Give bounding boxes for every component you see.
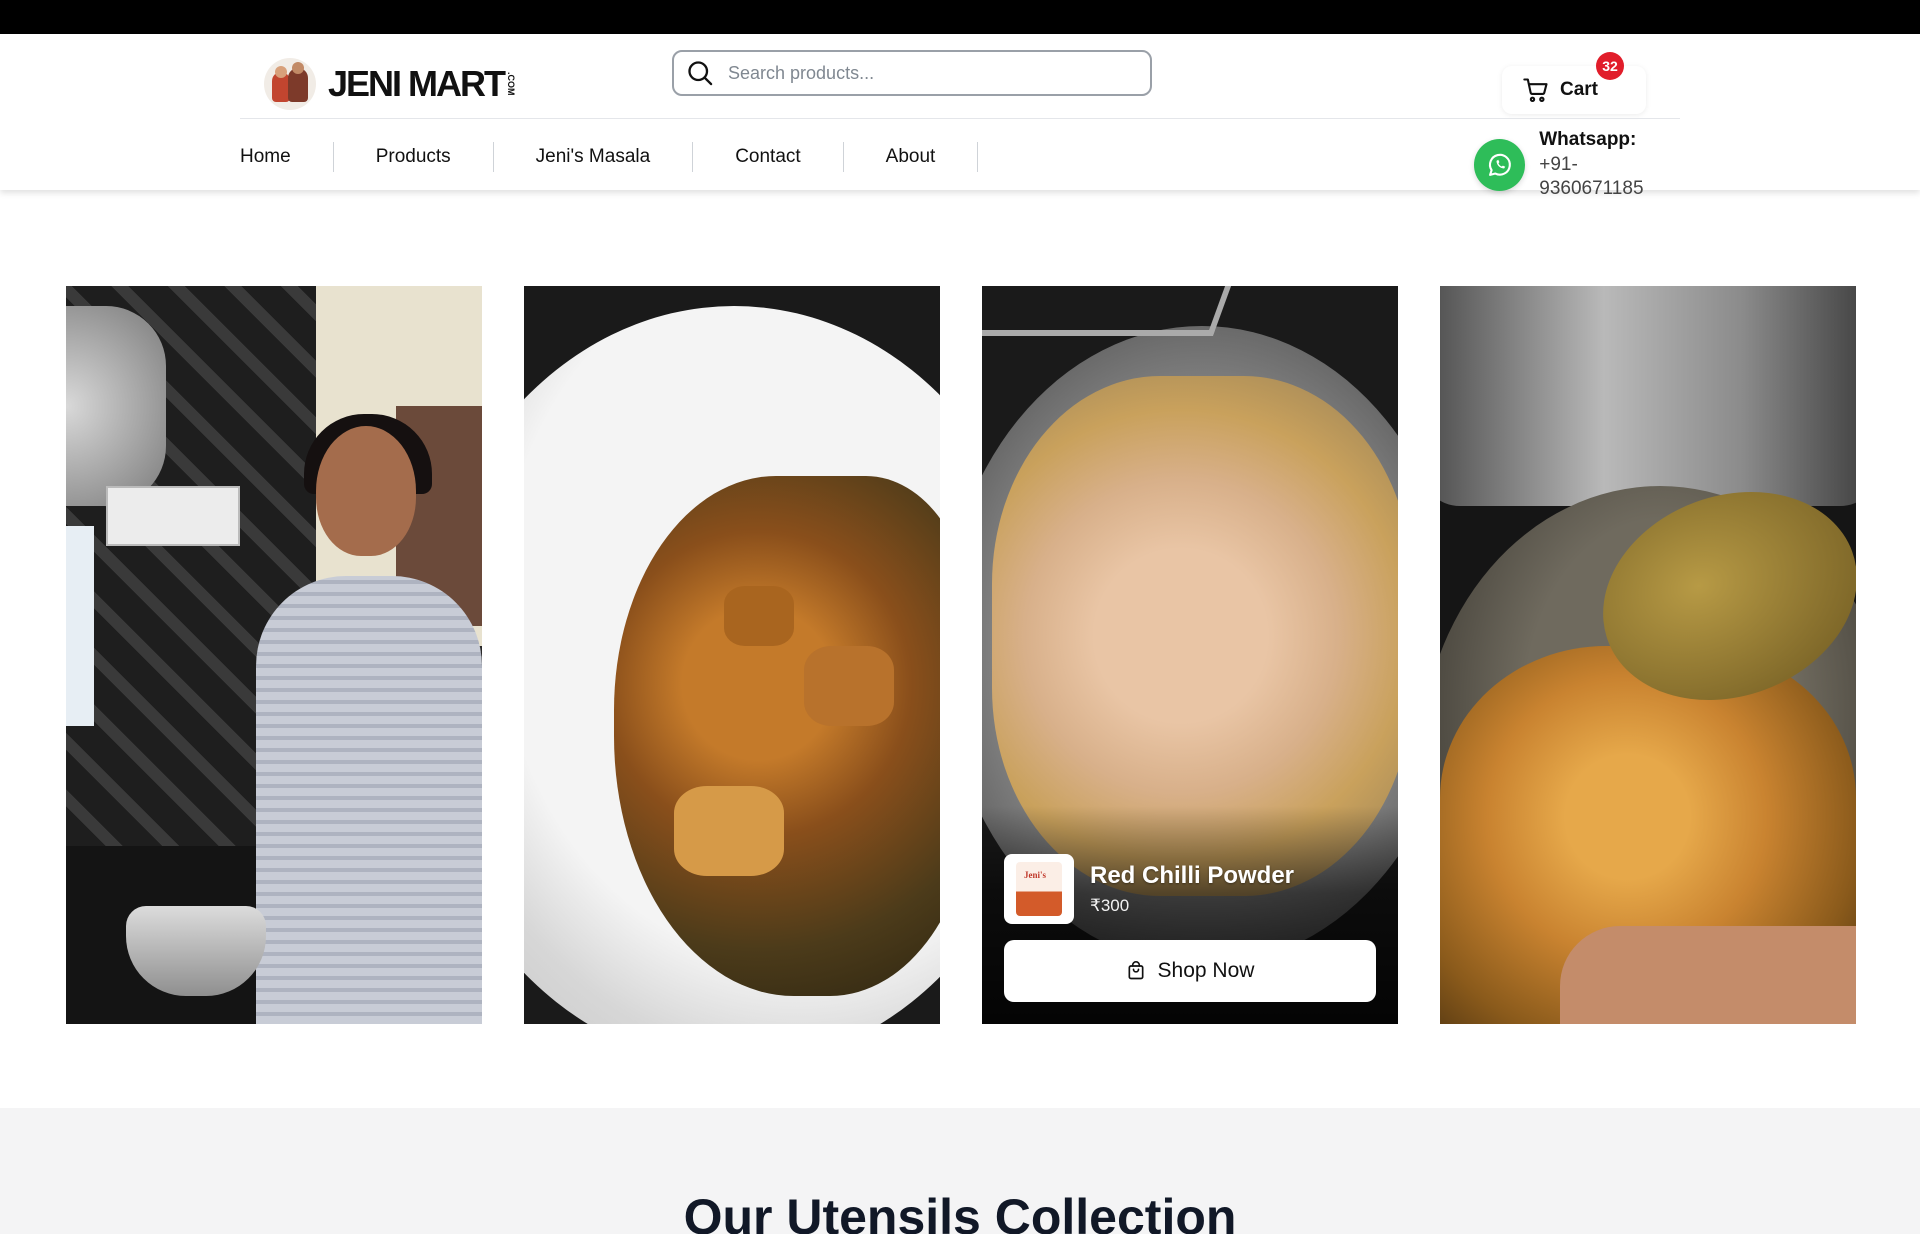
- search-icon: [688, 61, 713, 86]
- nav-item-about[interactable]: About: [844, 142, 979, 172]
- cart-label: Cart: [1560, 79, 1599, 100]
- product-thumbnail-label: Jeni's: [1024, 870, 1047, 880]
- nav-item-jenis-masala[interactable]: Jeni's Masala: [494, 142, 694, 172]
- brand-name: JENI MART: [328, 63, 506, 104]
- product-thumbnail: Jeni's: [1004, 854, 1074, 924]
- shopping-bag-icon: [1128, 961, 1144, 980]
- nav-item-products[interactable]: Products: [334, 142, 494, 172]
- main-nav: Home Products Jeni's Masala Contact Abou…: [240, 142, 979, 172]
- shop-now-label: Shop Now: [1157, 959, 1255, 982]
- product-name: Red Chilli Powder: [1090, 862, 1295, 889]
- cart-button[interactable]: Cart 32: [1502, 52, 1646, 114]
- video-card-cook[interactable]: [66, 286, 482, 1024]
- video-reels: Jeni's Red Chilli Powder ₹300 Shop Now: [66, 286, 1856, 1024]
- search-bar[interactable]: [672, 50, 1152, 96]
- whatsapp-button[interactable]: [1474, 139, 1526, 192]
- featured-product[interactable]: Jeni's Red Chilli Powder ₹300: [1004, 854, 1294, 924]
- header-divider: [240, 118, 1680, 119]
- video-card-chicken-bowl[interactable]: [524, 286, 940, 1024]
- video-card-product[interactable]: Jeni's Red Chilli Powder ₹300 Shop Now: [982, 286, 1398, 1024]
- whatsapp-title: Whatsapp:: [1539, 129, 1637, 150]
- video-card-curry-pot[interactable]: [1440, 286, 1856, 1024]
- whatsapp-number[interactable]: +91-9360671185: [1539, 153, 1680, 202]
- header-container: JENI MART .COM Cart 32 Home Products Jen…: [240, 34, 1680, 199]
- whatsapp-contact[interactable]: Whatsapp: +91-9360671185: [1474, 128, 1680, 202]
- top-strip: [0, 0, 1920, 34]
- whatsapp-icon: [1488, 153, 1511, 176]
- shop-now-button[interactable]: Shop Now: [1004, 940, 1376, 1002]
- nav-item-contact[interactable]: Contact: [693, 142, 844, 172]
- product-price: ₹300: [1090, 896, 1130, 915]
- brand-suffix: .COM: [506, 72, 517, 96]
- site-header: JENI MART .COM Cart 32 Home Products Jen…: [0, 34, 1920, 199]
- section-title: Our Utensils Collection: [683, 1189, 1237, 1234]
- search-input[interactable]: [728, 62, 1128, 84]
- brand-logo[interactable]: JENI MART .COM: [264, 58, 516, 110]
- utensils-section: Our Utensils Collection: [0, 1108, 1920, 1234]
- cart-count-badge: 32: [1596, 52, 1624, 80]
- cart-icon: [1523, 78, 1548, 103]
- nav-item-home[interactable]: Home: [240, 142, 334, 172]
- whatsapp-text: Whatsapp: +91-9360671185: [1539, 128, 1680, 202]
- logo-avatar: [264, 58, 316, 110]
